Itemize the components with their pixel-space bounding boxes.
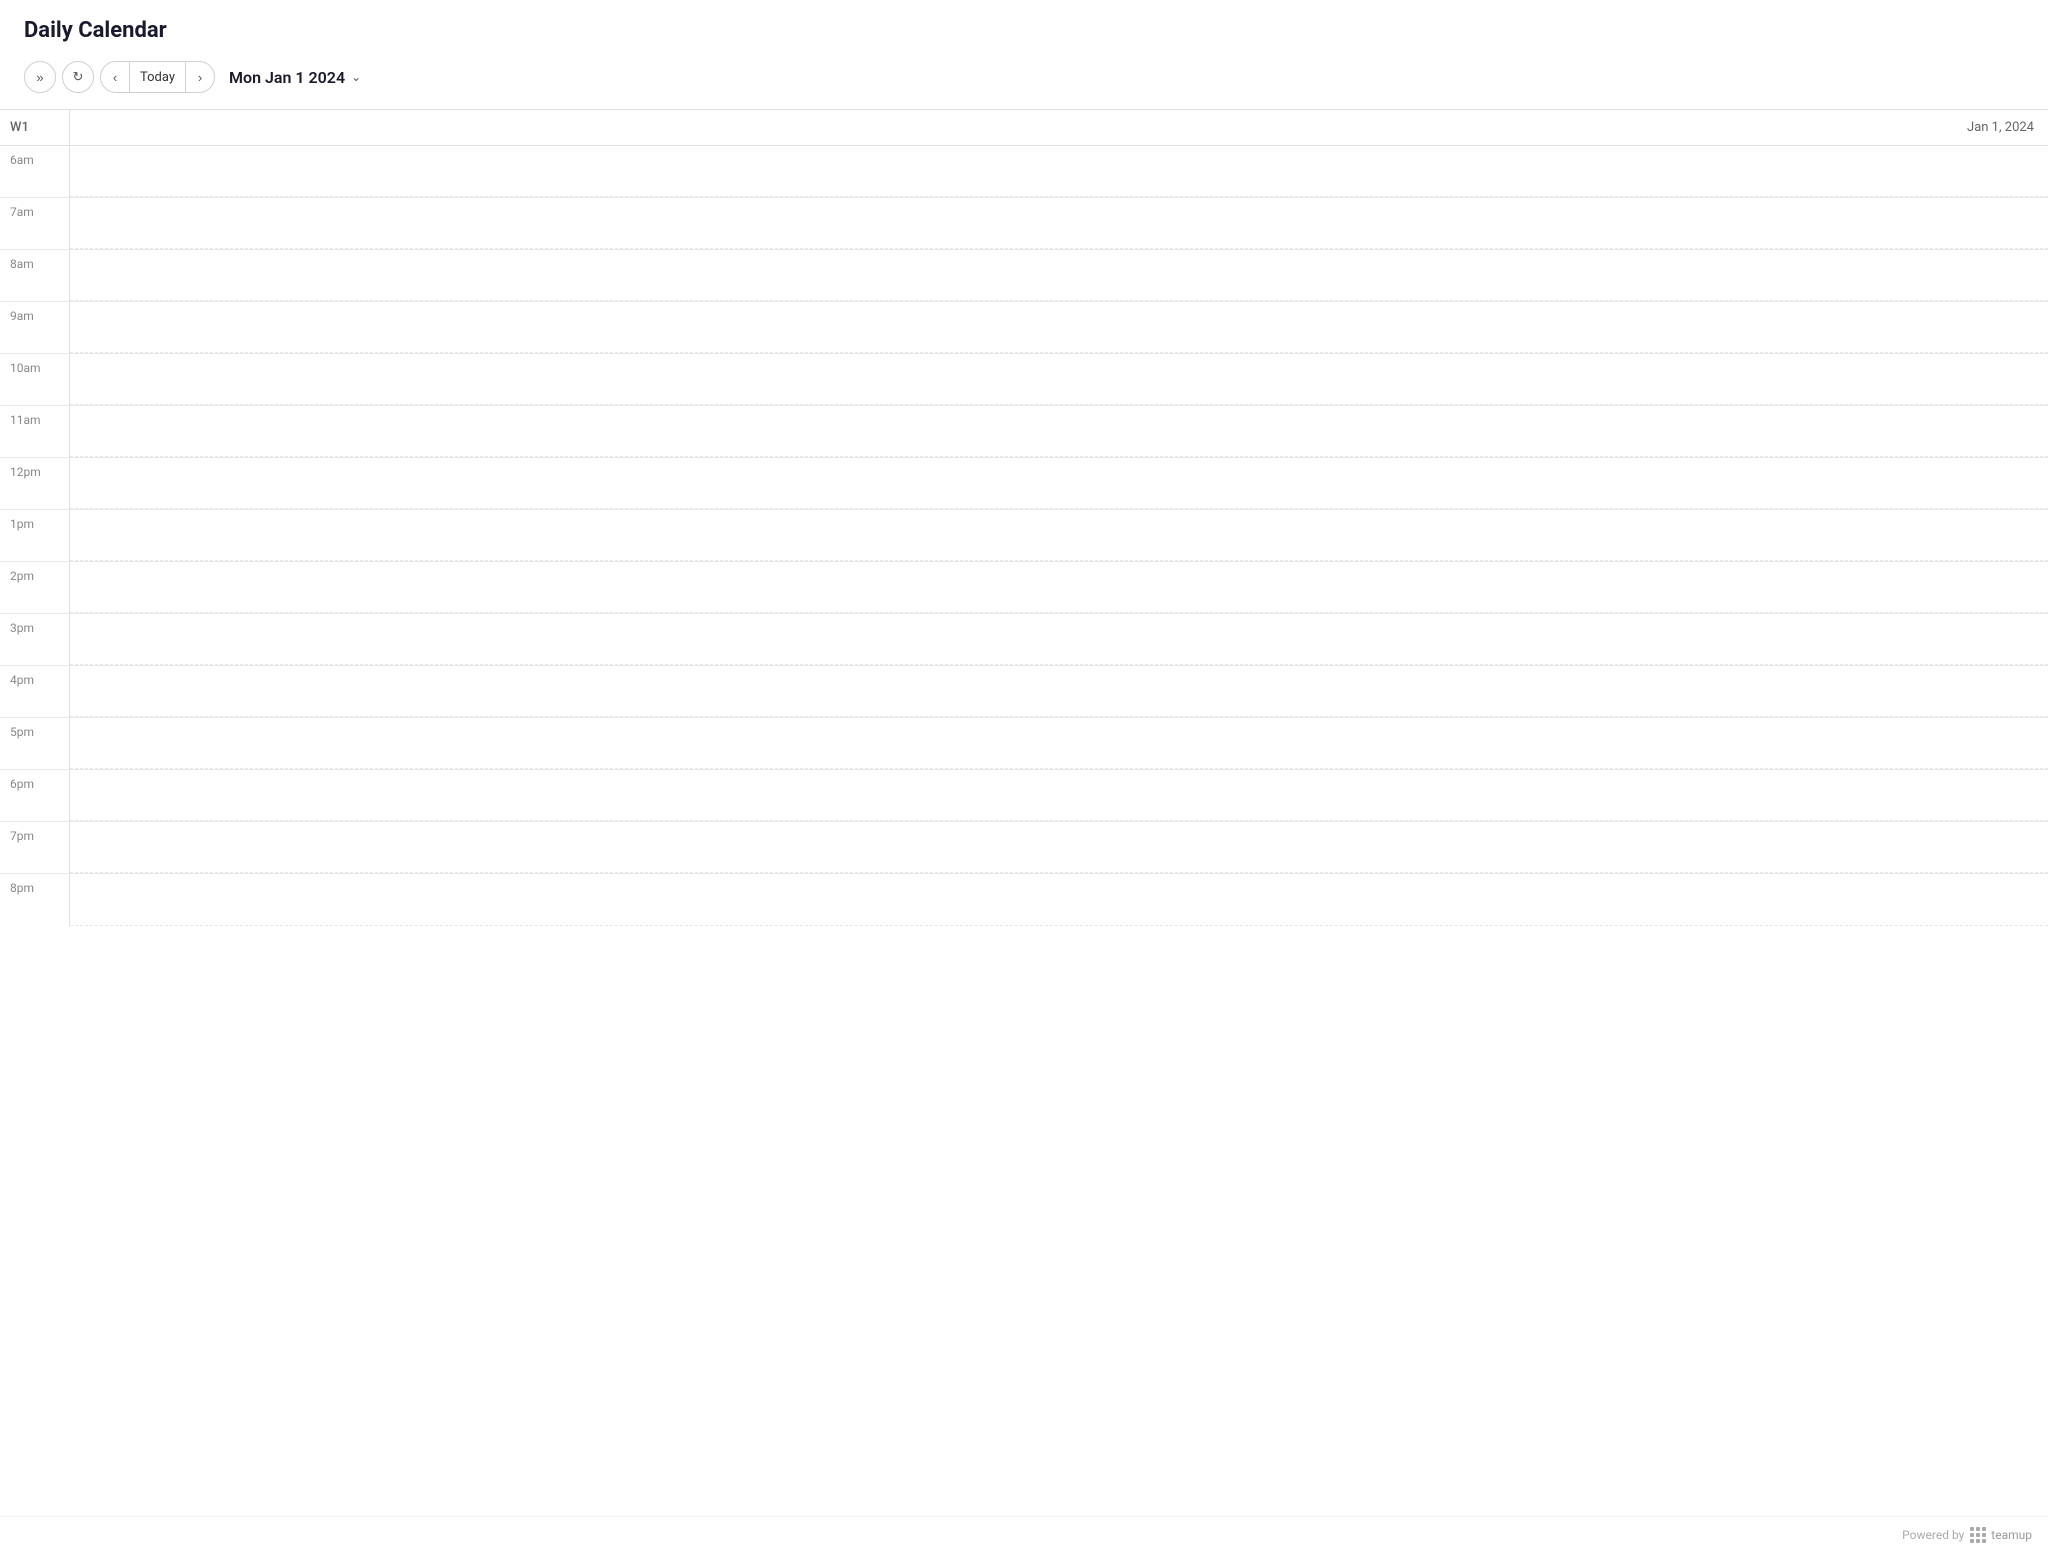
time-label: 2pm	[0, 562, 70, 613]
time-label: 6am	[0, 146, 70, 197]
powered-by-label: Powered by	[1902, 1528, 1964, 1542]
time-row[interactable]: 3pm	[0, 614, 2048, 666]
prev-button[interactable]: ‹	[101, 62, 129, 92]
teamup-grid-icon	[1970, 1527, 1986, 1543]
grid-dot	[1982, 1533, 1986, 1537]
time-label: 6pm	[0, 770, 70, 821]
time-slot-area[interactable]	[70, 666, 2048, 717]
refresh-button[interactable]: ↻	[62, 61, 94, 93]
time-slot-area[interactable]	[70, 562, 2048, 613]
time-slot-area[interactable]	[70, 458, 2048, 509]
app-wrapper: Daily Calendar » ↻ ‹ Today ›	[0, 0, 2048, 1553]
time-row[interactable]: 8pm	[0, 874, 2048, 926]
time-label: 3pm	[0, 614, 70, 665]
grid-dot	[1976, 1533, 1980, 1537]
week-label: W1	[0, 110, 70, 145]
date-selector[interactable]: Mon Jan 1 2024 ⌄	[221, 64, 369, 91]
time-row[interactable]: 5pm	[0, 718, 2048, 770]
time-slot-area[interactable]	[70, 510, 2048, 561]
date-header: Jan 1, 2024	[70, 110, 2048, 145]
grid-dot	[1970, 1539, 1974, 1543]
next-icon: ›	[198, 70, 202, 85]
time-row[interactable]: 2pm	[0, 562, 2048, 614]
time-label: 12pm	[0, 458, 70, 509]
time-slot-area[interactable]	[70, 146, 2048, 197]
time-slot-area[interactable]	[70, 614, 2048, 665]
time-row[interactable]: 8am	[0, 250, 2048, 302]
time-slot-area[interactable]	[70, 302, 2048, 353]
time-slot-area[interactable]	[70, 354, 2048, 405]
footer: Powered by teamup	[0, 1516, 2048, 1553]
expand-button[interactable]: »	[24, 61, 56, 93]
time-row[interactable]: 10am	[0, 354, 2048, 406]
time-slot-area[interactable]	[70, 250, 2048, 301]
time-label: 9am	[0, 302, 70, 353]
prev-icon: ‹	[113, 70, 117, 85]
grid-dot	[1976, 1539, 1980, 1543]
time-label: 5pm	[0, 718, 70, 769]
time-row[interactable]: 11am	[0, 406, 2048, 458]
toolbar: » ↻ ‹ Today › Mon Jan 1 2024 ⌄	[24, 55, 2024, 99]
grid-dot	[1970, 1527, 1974, 1531]
brand-name: teamup	[1991, 1528, 2032, 1542]
grid-dot	[1982, 1539, 1986, 1543]
time-label: 4pm	[0, 666, 70, 717]
time-row[interactable]: 7am	[0, 198, 2048, 250]
time-label: 7pm	[0, 822, 70, 873]
time-label: 8am	[0, 250, 70, 301]
time-slot-area[interactable]	[70, 770, 2048, 821]
time-label: 11am	[0, 406, 70, 457]
next-button[interactable]: ›	[186, 62, 214, 92]
time-slot-area[interactable]	[70, 874, 2048, 926]
chevron-down-icon: ⌄	[351, 70, 361, 84]
grid-dot	[1982, 1527, 1986, 1531]
time-row[interactable]: 12pm	[0, 458, 2048, 510]
time-slot-area[interactable]	[70, 198, 2048, 249]
time-row[interactable]: 7pm	[0, 822, 2048, 874]
expand-icon: »	[36, 70, 43, 85]
page-title: Daily Calendar	[24, 18, 2024, 43]
time-label: 10am	[0, 354, 70, 405]
time-slot-area[interactable]	[70, 406, 2048, 457]
teamup-logo: teamup	[1970, 1527, 2032, 1543]
time-row[interactable]: 4pm	[0, 666, 2048, 718]
refresh-icon: ↻	[73, 69, 84, 85]
time-slot-area[interactable]	[70, 718, 2048, 769]
time-label: 8pm	[0, 874, 70, 926]
grid-dot	[1976, 1527, 1980, 1531]
calendar-container: W1 Jan 1, 2024 6am7am8am9am10am11am12pm1…	[0, 110, 2048, 1516]
time-row[interactable]: 6am	[0, 146, 2048, 198]
grid-dot	[1970, 1533, 1974, 1537]
calendar-header-row: W1 Jan 1, 2024	[0, 110, 2048, 146]
time-grid: 6am7am8am9am10am11am12pm1pm2pm3pm4pm5pm6…	[0, 146, 2048, 1516]
time-slot-area[interactable]	[70, 822, 2048, 873]
time-row[interactable]: 9am	[0, 302, 2048, 354]
time-label: 7am	[0, 198, 70, 249]
navigation-group: ‹ Today ›	[100, 61, 215, 93]
app-header: Daily Calendar » ↻ ‹ Today ›	[0, 0, 2048, 110]
time-label: 1pm	[0, 510, 70, 561]
time-row[interactable]: 6pm	[0, 770, 2048, 822]
date-selector-label: Mon Jan 1 2024	[229, 68, 345, 87]
time-row[interactable]: 1pm	[0, 510, 2048, 562]
today-button[interactable]: Today	[129, 62, 186, 92]
